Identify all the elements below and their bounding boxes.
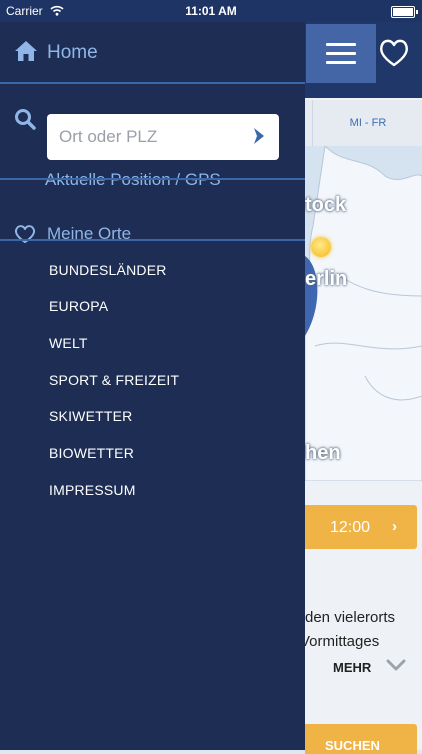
tab-mi-fr[interactable]: MI - FR [312, 100, 422, 146]
status-bar: Carrier 11:01 AM [0, 0, 422, 22]
chevron-down-icon [386, 659, 406, 671]
weather-map[interactable]: tock erlin hen [305, 146, 422, 481]
nav-my-places[interactable]: Meine Orte [47, 224, 131, 244]
time-selector-label: 12:00 [330, 519, 371, 536]
nav-item-bundeslaender[interactable]: BUNDESLÄNDER [49, 262, 167, 278]
hamburger-menu-icon [326, 52, 356, 55]
search-button-label: SUCHEN [325, 738, 380, 753]
heart-icon [14, 225, 36, 243]
forecast-line: Vormittages [300, 633, 380, 650]
gps-location-link[interactable]: Aktuelle Position / GPS [45, 170, 221, 190]
navigation-drawer: Home Aktuelle Position / GPS Meine Orte … [0, 22, 305, 750]
map-city-label: hen [305, 442, 341, 464]
nav-item-europa[interactable]: EUROPA [49, 298, 108, 314]
map-city-label: tock [305, 194, 347, 216]
nav-item-sport-freizeit[interactable]: SPORT & FREIZEIT [49, 372, 179, 388]
heart-icon [380, 39, 408, 67]
nav-item-impressum[interactable]: IMPRESSUM [49, 482, 136, 498]
forecast-line: rden vielerorts [300, 609, 396, 626]
divider [0, 239, 305, 241]
chevron-right-icon: › [392, 518, 397, 535]
more-link[interactable]: MEHR [333, 660, 371, 675]
divider [0, 82, 305, 84]
search-field[interactable] [47, 114, 279, 160]
search-input[interactable] [59, 127, 249, 147]
hamburger-menu-icon [326, 43, 356, 46]
home-icon [15, 41, 37, 61]
map-city-label: erlin [305, 268, 348, 290]
favorite-button[interactable] [378, 38, 410, 68]
nav-home[interactable]: Home [0, 22, 305, 82]
nav-item-biowetter[interactable]: BIOWETTER [49, 445, 134, 461]
hamburger-menu-icon [326, 61, 356, 64]
divider [0, 178, 305, 180]
forecast-text: rden vielerorts Vormittages [300, 606, 422, 654]
chevron-right-icon[interactable] [252, 126, 266, 146]
nav-item-welt[interactable]: WELT [49, 335, 88, 351]
search-icon [15, 109, 36, 130]
nav-home-label: Home [47, 42, 98, 63]
sun-icon [311, 237, 331, 257]
status-time: 11:01 AM [185, 4, 237, 18]
nav-item-skiwetter[interactable]: SKIWETTER [49, 408, 132, 424]
battery-icon [391, 6, 418, 18]
hamburger-menu-button[interactable] [306, 24, 376, 89]
